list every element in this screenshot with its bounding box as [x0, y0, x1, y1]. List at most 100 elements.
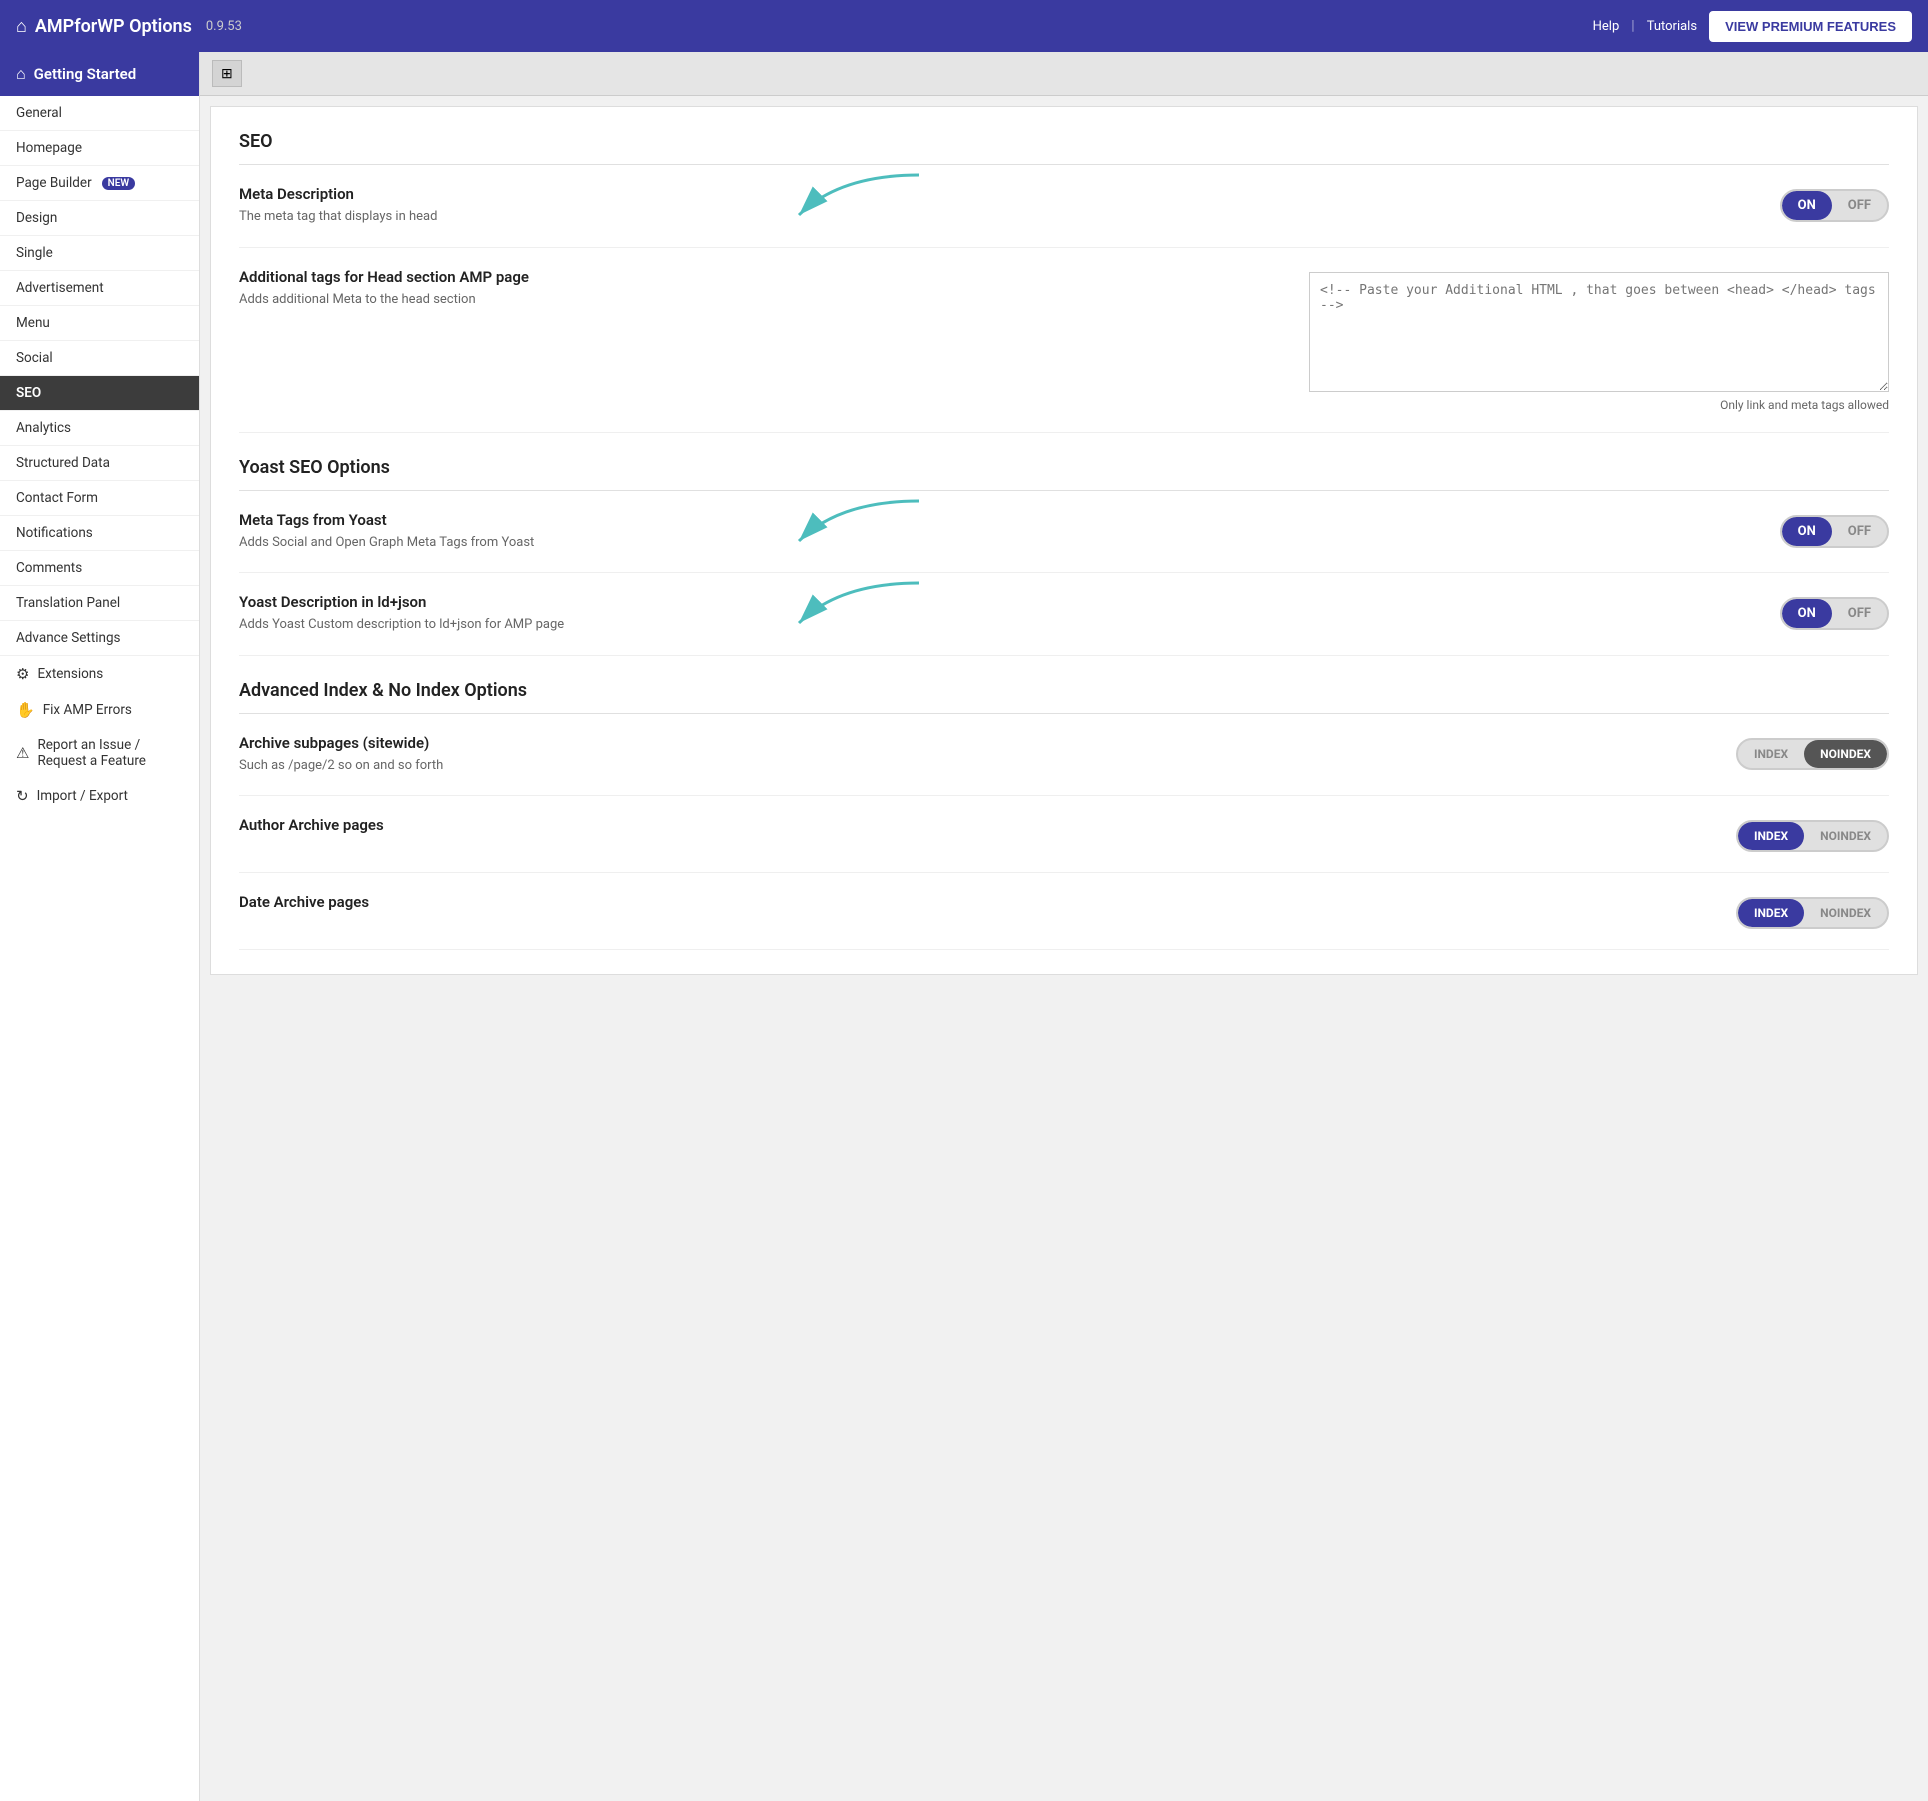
meta-description-on[interactable]: ON [1782, 191, 1832, 220]
date-noindex[interactable]: NOINDEX [1804, 899, 1887, 927]
getting-started-label: Getting Started [34, 65, 136, 83]
sidebar-item-analytics[interactable]: Analytics [0, 411, 199, 446]
meta-tags-yoast-toggle[interactable]: ON OFF [1780, 515, 1889, 548]
sidebar-item-report-issue[interactable]: ⚠ Report an Issue / Request a Feature [0, 728, 199, 778]
meta-description-desc: The meta tag that displays in head [239, 207, 437, 227]
meta-description-row-wrapper: Meta Description The meta tag that displ… [239, 165, 1889, 248]
date-archive-label: Date Archive pages [239, 893, 369, 911]
archive-row: Archive subpages (sitewide) Such as /pag… [239, 714, 1889, 797]
date-archive-toggle[interactable]: INDEX NOINDEX [1736, 897, 1889, 929]
meta-tags-yoast-label: Meta Tags from Yoast [239, 511, 534, 529]
sidebar-item-contact-form[interactable]: Contact Form [0, 481, 199, 516]
author-archive-control: INDEX NOINDEX [1736, 820, 1889, 852]
yoast-desc-row-wrapper: Yoast Description in ld+json Adds Yoast … [239, 573, 1889, 656]
sidebar-item-translation-panel[interactable]: Translation Panel [0, 586, 199, 621]
app-title: AMPforWP Options [35, 16, 192, 37]
header-left: ⌂ AMPforWP Options 0.9.53 [16, 16, 242, 37]
home-icon: ⌂ [16, 16, 27, 37]
refresh-icon: ↻ [16, 787, 29, 805]
sidebar-item-fix-amp-errors[interactable]: ✋ Fix AMP Errors [0, 692, 199, 728]
meta-tags-yoast-on[interactable]: ON [1782, 517, 1832, 546]
advanced-section-title: Advanced Index & No Index Options [239, 680, 1889, 714]
archive-control: INDEX NOINDEX [1736, 738, 1889, 770]
archive-label: Archive subpages (sitewide) [239, 734, 443, 752]
sidebar-item-design[interactable]: Design [0, 201, 199, 236]
meta-description-off[interactable]: OFF [1832, 191, 1887, 220]
yoast-section-title: Yoast SEO Options [239, 457, 1889, 491]
archive-noindex[interactable]: NOINDEX [1804, 740, 1887, 768]
yoast-desc-toggle[interactable]: ON OFF [1780, 597, 1889, 630]
author-archive-toggle[interactable]: INDEX NOINDEX [1736, 820, 1889, 852]
warning-icon: ⚠ [16, 744, 29, 762]
sidebar-header[interactable]: ⌂ Getting Started [0, 52, 199, 96]
additional-tags-control: Only link and meta tags allowed [1309, 272, 1889, 412]
archive-info: Archive subpages (sitewide) Such as /pag… [239, 734, 443, 776]
additional-tags-note: Only link and meta tags allowed [1720, 398, 1889, 412]
meta-description-row: Meta Description The meta tag that displ… [239, 165, 1889, 248]
date-archive-control: INDEX NOINDEX [1736, 897, 1889, 929]
home-sidebar-icon: ⌂ [16, 64, 26, 84]
date-index[interactable]: INDEX [1738, 899, 1804, 927]
sidebar-item-advertisement[interactable]: Advertisement [0, 271, 199, 306]
sidebar-item-notifications[interactable]: Notifications [0, 516, 199, 551]
yoast-desc-on[interactable]: ON [1782, 599, 1832, 628]
view-premium-button[interactable]: VIEW PREMIUM FEATURES [1709, 11, 1912, 42]
author-noindex[interactable]: NOINDEX [1804, 822, 1887, 850]
sidebar-item-seo[interactable]: SEO [0, 376, 199, 411]
help-link[interactable]: Help [1593, 19, 1620, 34]
seo-section-title: SEO [239, 131, 1889, 165]
additional-tags-row: Additional tags for Head section AMP pag… [239, 248, 1889, 433]
sidebar-item-single[interactable]: Single [0, 236, 199, 271]
fix-icon: ✋ [16, 701, 35, 719]
archive-desc: Such as /page/2 so on and so forth [239, 756, 443, 776]
additional-tags-desc: Adds additional Meta to the head section [239, 290, 529, 310]
main-toolbar: ⊞ [200, 52, 1928, 96]
archive-index[interactable]: INDEX [1738, 740, 1804, 768]
date-archive-row: Date Archive pages INDEX NOINDEX [239, 873, 1889, 950]
header-right: Help | Tutorials VIEW PREMIUM FEATURES [1593, 11, 1912, 42]
meta-description-control: ON OFF [1780, 189, 1889, 222]
meta-tags-yoast-desc: Adds Social and Open Graph Meta Tags fro… [239, 533, 534, 553]
meta-description-toggle[interactable]: ON OFF [1780, 189, 1889, 222]
meta-tags-yoast-row-wrapper: Meta Tags from Yoast Adds Social and Ope… [239, 491, 1889, 574]
yoast-desc-desc: Adds Yoast Custom description to ld+json… [239, 615, 564, 635]
sidebar-item-menu[interactable]: Menu [0, 306, 199, 341]
sidebar: ⌂ Getting Started General Homepage Page … [0, 52, 200, 1801]
meta-description-label: Meta Description [239, 185, 437, 203]
meta-tags-yoast-off[interactable]: OFF [1832, 517, 1887, 546]
sidebar-item-extensions[interactable]: ⚙ Extensions [0, 656, 199, 692]
yoast-desc-control: ON OFF [1780, 597, 1889, 630]
author-archive-info: Author Archive pages [239, 816, 384, 838]
yoast-desc-off[interactable]: OFF [1832, 599, 1887, 628]
sidebar-item-advance-settings[interactable]: Advance Settings [0, 621, 199, 656]
yoast-desc-info: Yoast Description in ld+json Adds Yoast … [239, 593, 564, 635]
yoast-desc-label: Yoast Description in ld+json [239, 593, 564, 611]
new-badge: NEW [102, 177, 136, 190]
additional-tags-label: Additional tags for Head section AMP pag… [239, 268, 529, 286]
author-archive-row: Author Archive pages INDEX NOINDEX [239, 796, 1889, 873]
author-archive-label: Author Archive pages [239, 816, 384, 834]
toolbar-grid-button[interactable]: ⊞ [212, 60, 242, 87]
main-content: ⊞ SEO Meta Description [200, 52, 1928, 1801]
app-version: 0.9.53 [206, 19, 242, 34]
sidebar-item-structured-data[interactable]: Structured Data [0, 446, 199, 481]
sidebar-item-comments[interactable]: Comments [0, 551, 199, 586]
archive-toggle[interactable]: INDEX NOINDEX [1736, 738, 1889, 770]
sidebar-item-page-builder[interactable]: Page Builder NEW [0, 166, 199, 201]
meta-tags-yoast-info: Meta Tags from Yoast Adds Social and Ope… [239, 511, 534, 553]
app-header: ⌂ AMPforWP Options 0.9.53 Help | Tutoria… [0, 0, 1928, 52]
author-index[interactable]: INDEX [1738, 822, 1804, 850]
sidebar-item-social[interactable]: Social [0, 341, 199, 376]
sidebar-item-general[interactable]: General [0, 96, 199, 131]
header-divider: | [1631, 18, 1634, 34]
additional-tags-textarea[interactable] [1309, 272, 1889, 392]
sidebar-item-import-export[interactable]: ↻ Import / Export [0, 778, 199, 814]
meta-description-info: Meta Description The meta tag that displ… [239, 185, 437, 227]
layout: ⌂ Getting Started General Homepage Page … [0, 52, 1928, 1801]
content-area: SEO Meta Description The meta tag that [210, 106, 1918, 975]
yoast-desc-row: Yoast Description in ld+json Adds Yoast … [239, 573, 1889, 656]
gear-icon: ⚙ [16, 665, 29, 683]
sidebar-item-homepage[interactable]: Homepage [0, 131, 199, 166]
tutorials-link[interactable]: Tutorials [1647, 19, 1697, 34]
additional-tags-info: Additional tags for Head section AMP pag… [239, 268, 529, 310]
